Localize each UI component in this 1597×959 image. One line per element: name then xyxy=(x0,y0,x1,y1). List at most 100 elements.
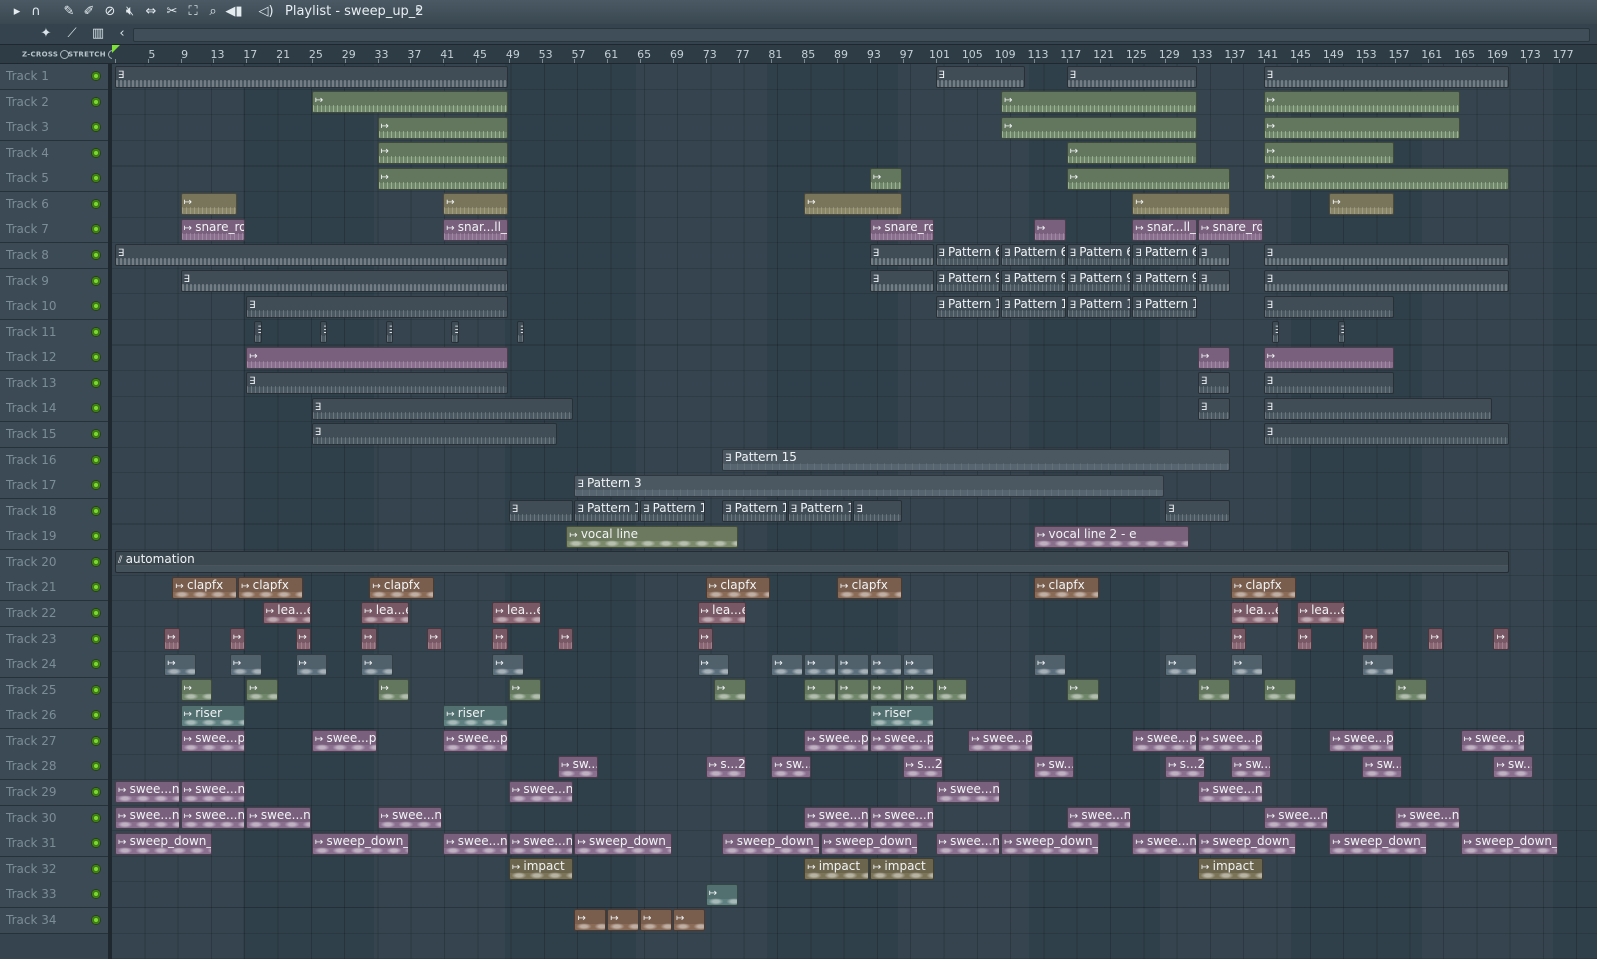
playlist-clip[interactable]: ↦ riser xyxy=(180,704,246,727)
playlist-clip[interactable]: ∃ xyxy=(115,244,508,267)
playlist-clip[interactable]: ↦ s...2 xyxy=(902,755,943,778)
track-enable-led-icon[interactable] xyxy=(92,787,100,796)
track-name[interactable]: Track 5 xyxy=(6,171,49,185)
track-header[interactable]: Track 28 xyxy=(0,754,108,781)
playlist-clip[interactable]: ↦ xyxy=(377,116,508,139)
speaker-icon[interactable]: ◁) xyxy=(257,3,275,21)
playlist-clip[interactable]: ↦ xyxy=(697,653,730,676)
playlist-clip[interactable]: ↦ xyxy=(1066,679,1099,702)
playlist-clip[interactable]: ∃ Pattern 9 xyxy=(1001,270,1066,293)
playlist-clip[interactable]: ↦ xyxy=(902,653,935,676)
track-header[interactable]: Track 34 xyxy=(0,907,108,934)
playlist-clip[interactable]: ↦ xyxy=(1394,679,1427,702)
playlist-clip[interactable]: ↦ vocal line 2 - e xyxy=(1033,525,1189,548)
playlist-clip[interactable]: ↦ s...2 xyxy=(1165,755,1206,778)
track-name[interactable]: Track 17 xyxy=(6,478,56,492)
playlist-clip[interactable]: ↦ xyxy=(377,167,508,190)
playlist-clip[interactable]: ↦ xyxy=(1263,91,1460,114)
playlist-clip[interactable]: ∃ Pattern 15 xyxy=(722,449,1230,472)
track-header[interactable]: Track 30 xyxy=(0,805,108,832)
track-name[interactable]: Track 7 xyxy=(6,222,49,236)
select-tool-icon[interactable]: ⛶ xyxy=(184,3,202,21)
track-name[interactable]: Track 22 xyxy=(6,606,56,620)
track-enable-led-icon[interactable] xyxy=(92,608,100,617)
playlist-clip[interactable]: ∃ xyxy=(320,321,328,344)
track-header[interactable]: Track 33 xyxy=(0,882,108,909)
playlist-clip[interactable]: ∃ xyxy=(115,65,508,88)
playlist-clip[interactable]: ↦ clapfx xyxy=(238,576,303,599)
track-enable-led-icon[interactable] xyxy=(92,199,100,208)
playlist-clip[interactable]: ∃ xyxy=(1198,244,1230,267)
playlist-clip[interactable]: ↦ xyxy=(672,909,705,932)
playlist-clip[interactable]: ↦ lea...ev xyxy=(492,602,541,625)
track-enable-led-icon[interactable] xyxy=(92,429,100,438)
playlist-clip[interactable]: ∃ xyxy=(1263,423,1509,446)
playlist-clip[interactable]: ↦ clapfx xyxy=(705,576,771,599)
playlist-clip[interactable]: ↦ swee...p_1 xyxy=(968,730,1033,753)
track-header[interactable]: Track 29 xyxy=(0,779,108,806)
playlist-clip[interactable]: ↦ xyxy=(295,628,311,651)
playlist-clip[interactable]: ↦ clapfx xyxy=(369,576,434,599)
playlist-clip[interactable]: ↦ xyxy=(508,679,541,702)
track-enable-led-icon[interactable] xyxy=(92,302,100,311)
track-name[interactable]: Track 15 xyxy=(6,427,56,441)
playlist-clip[interactable]: ↦ xyxy=(1033,653,1066,676)
playlist-clip[interactable]: ↦ xyxy=(804,653,837,676)
playlist-clip[interactable]: ∃ xyxy=(180,270,508,293)
playlist-clip[interactable]: ∃ xyxy=(1263,397,1493,420)
playlist-clip[interactable]: ↦ swee...n_2 xyxy=(1263,807,1329,830)
playlist-clip[interactable]: ↦ sweep_down_3 xyxy=(1001,832,1099,855)
track-enable-led-icon[interactable] xyxy=(92,327,100,336)
track-name[interactable]: Track 9 xyxy=(6,274,49,288)
playlist-clip[interactable]: ∃ xyxy=(246,372,508,395)
playlist-clip[interactable]: ∃ xyxy=(1337,321,1345,344)
playlist-clip[interactable]: ∃ xyxy=(1165,500,1230,523)
playlist-clip[interactable]: ↦ snar...ll_2 xyxy=(1132,218,1198,241)
track-enable-led-icon[interactable] xyxy=(92,762,100,771)
playlist-clip[interactable]: ↦ lea...ev xyxy=(1230,602,1280,625)
playlist-clip[interactable]: ∃ xyxy=(935,65,1025,88)
playlist-clip[interactable]: ↦ sweep_down_3 xyxy=(1198,832,1296,855)
track-header[interactable]: Track 26 xyxy=(0,703,108,730)
track-name[interactable]: Track 27 xyxy=(6,734,56,748)
playlist-clip[interactable]: ↦ xyxy=(246,346,508,369)
playlist-clip[interactable]: ↦ snare_roll xyxy=(869,218,935,241)
playlist-clip[interactable]: ↦ sw...2 xyxy=(1493,755,1534,778)
playlist-clip[interactable]: ↦ sweep_down_3 xyxy=(1460,832,1559,855)
playlist-clip[interactable]: ↦ lea...ev xyxy=(697,602,746,625)
track-name[interactable]: Track 12 xyxy=(6,350,56,364)
playlist-clip[interactable]: ↦ lea...ev xyxy=(361,602,410,625)
playlist-clip[interactable]: ∃ xyxy=(1198,372,1230,395)
track-header[interactable]: Track 8 xyxy=(0,242,108,269)
playlist-clip[interactable]: ∃ Pattern 9 xyxy=(935,270,1001,293)
slip-tool-icon[interactable]: ⇔ xyxy=(142,3,160,21)
playlist-clip[interactable]: ↦ vocal line xyxy=(566,525,738,548)
playlist-clip[interactable]: ∃ xyxy=(869,270,935,293)
playlist-clip[interactable]: ↦ xyxy=(574,909,607,932)
track-enable-led-icon[interactable] xyxy=(92,583,100,592)
horizontal-scrollbar[interactable] xyxy=(133,28,1590,42)
playlist-clip[interactable]: ↦ snar...ll_2 xyxy=(443,218,508,241)
playlist-clip[interactable]: ↦ xyxy=(837,653,869,676)
playlist-clip[interactable]: ↦ lea...ev xyxy=(262,602,311,625)
track-header[interactable]: Track 24 xyxy=(0,652,108,679)
playlist-clip[interactable]: ↦ xyxy=(558,628,574,651)
playlist-clip[interactable]: ↦ xyxy=(361,653,393,676)
playlist-clip[interactable]: ↦ xyxy=(837,679,869,702)
playlist-clip[interactable]: ↦ snare_roll xyxy=(1198,218,1263,241)
playlist-clip[interactable]: ∃ xyxy=(1066,65,1198,88)
playlist-clip[interactable]: ↦ xyxy=(1001,91,1198,114)
track-header[interactable]: Track 7 xyxy=(0,217,108,244)
playlist-clip[interactable]: ↦ xyxy=(869,167,902,190)
playlist-clip[interactable]: ↦ xyxy=(1198,679,1230,702)
track-enable-led-icon[interactable] xyxy=(92,174,100,183)
playlist-clip[interactable]: ↦ xyxy=(1427,628,1444,651)
playlist-clip[interactable]: ↦ xyxy=(377,679,410,702)
track-name[interactable]: Track 20 xyxy=(6,555,56,569)
playlist-clip[interactable]: ↦ swee...n_1 xyxy=(115,781,180,804)
playlist-clip[interactable]: ↦ xyxy=(1165,653,1198,676)
playlist-clip[interactable]: ↦ xyxy=(1296,628,1312,651)
delete-tool-icon[interactable]: ⊘ xyxy=(101,3,119,21)
playlist-clip[interactable]: ↦ xyxy=(180,193,238,216)
playlist-clip[interactable]: ↦ clapfx xyxy=(837,576,902,599)
